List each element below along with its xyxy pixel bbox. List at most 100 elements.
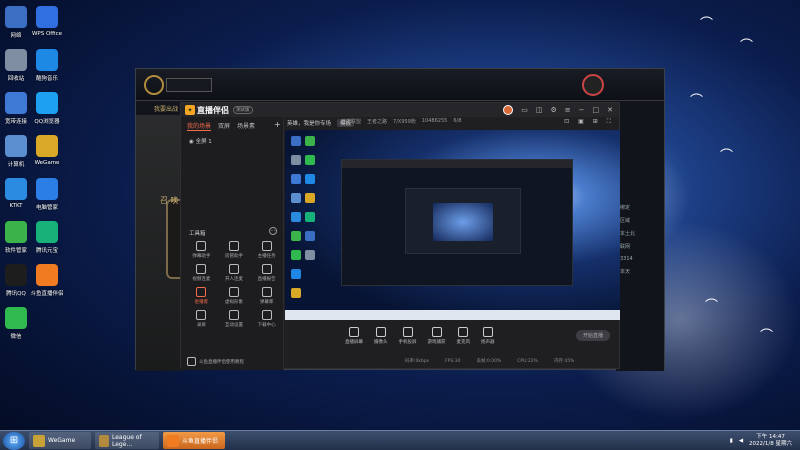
stream-info-item: 英雄联盟	[341, 118, 362, 125]
maximize-icon[interactable]: □	[593, 106, 600, 114]
league-avatar[interactable]	[582, 74, 604, 96]
eye-icon[interactable]: ◉	[189, 139, 194, 145]
toolbox-more-icon[interactable]: ⋯	[269, 227, 277, 235]
start-button[interactable]: ⊞	[3, 431, 25, 450]
league-side-item[interactable]: 区域	[616, 214, 664, 227]
tool-item[interactable]: 直播报告	[250, 264, 283, 282]
taskbar-item[interactable]: WeGame	[29, 432, 91, 449]
start-stream-button[interactable]: 开始直播	[576, 330, 610, 341]
tool-item[interactable]: 开人连麦	[218, 264, 251, 282]
taskbar-item[interactable]: League of Lege...	[95, 432, 159, 449]
status-item: 丢帧:0.00%	[476, 359, 502, 364]
streaming-app-window[interactable]: ✦ 直播伴侣 测试版 ▭ ◫ ⚙ ≡ − □ ✕ 我的场景 双屏 场景素 ◉ 全屏 …	[180, 102, 620, 370]
league-side-item[interactable]: 联网	[616, 240, 664, 253]
desktop-icon[interactable]: 微信	[0, 307, 38, 340]
network-tray-icon[interactable]: ▮	[730, 438, 733, 444]
desktop-icon[interactable]: 电脑管家	[25, 178, 69, 211]
control-screen[interactable]: 直播屏幕	[345, 327, 363, 345]
league-side-item[interactable]: 绑定	[616, 201, 664, 214]
league-summon-text: 召 唤	[160, 196, 179, 205]
user-avatar[interactable]	[503, 105, 514, 115]
tool-item[interactable]: 下载中心	[250, 310, 283, 328]
league-logo-icon[interactable]	[144, 75, 164, 95]
tool-item[interactable]: 弹幕助手	[185, 241, 218, 259]
taskbar-item[interactable]: 斗鱼直播伴侣	[163, 432, 225, 449]
preview-desktop-icon	[305, 136, 315, 146]
tool-icon	[261, 241, 272, 251]
desktop-icon[interactable]: WeGame	[25, 135, 69, 166]
preview-desktop-icon	[291, 212, 301, 222]
wegame-icon	[36, 135, 58, 157]
tool-item[interactable]: 星播客	[185, 287, 218, 305]
close-icon[interactable]: ✕	[607, 106, 613, 114]
tool-item[interactable]: 房管助手	[218, 241, 251, 259]
tool-icon	[228, 310, 239, 320]
add-scene-button[interactable]: +	[274, 120, 281, 129]
stream-title[interactable]: 英雄，我是你专场	[287, 119, 331, 127]
tool-label: 开人连麦	[224, 277, 243, 282]
tool-icon	[228, 287, 239, 297]
minimize-icon[interactable]: −	[579, 106, 585, 114]
volume-tray-icon[interactable]: ◀	[739, 438, 743, 444]
message-icon[interactable]: ▭	[521, 106, 528, 114]
menu-icon[interactable]: ≡	[565, 106, 571, 114]
control-mic[interactable]: 麦克风	[457, 327, 470, 345]
tool-item[interactable]: 互动设置	[218, 310, 251, 328]
bird-decoration: ⌒	[740, 39, 754, 54]
tab-1[interactable]: 双屏	[218, 121, 230, 131]
desktop-icon[interactable]: WPS Office	[25, 6, 69, 37]
bird-decoration: ⌒	[720, 149, 734, 164]
settings-icon[interactable]: ⚙	[550, 106, 556, 114]
tool-label: 房管助手	[224, 254, 243, 259]
notice-text[interactable]: 斗鱼直播伴侣使用教程	[199, 359, 244, 365]
tab-2[interactable]: 场景素	[237, 121, 255, 131]
desktop-icon-label: 微信	[10, 334, 22, 340]
league-nav-label[interactable]: 我要出战	[154, 106, 178, 113]
tool-item[interactable]: 弹幕库	[250, 287, 283, 305]
camera-icon	[375, 327, 386, 337]
software-manager-icon	[5, 221, 27, 243]
tool-item[interactable]: 虚拟形象	[218, 287, 251, 305]
control-label: 摄像头	[374, 340, 388, 345]
tool-label: 弹幕助手	[192, 254, 211, 259]
control-phone-cast[interactable]: 手机投屏	[399, 327, 417, 345]
tool-label: 直播报告	[257, 277, 276, 282]
control-label: 扬声器	[481, 340, 495, 345]
tool-icon	[261, 287, 272, 297]
tool-item[interactable]: 录屏	[185, 310, 218, 328]
tutorial-notice[interactable]: 斗鱼直播伴侣使用教程	[187, 357, 244, 366]
desktop-icon[interactable]: 酷狗音乐	[25, 49, 69, 82]
desktop-icon-label: 计算机	[7, 162, 25, 168]
stream-preview[interactable]	[285, 130, 620, 320]
control-speaker[interactable]: 扬声器	[481, 327, 495, 345]
tool-item[interactable]: 视频连麦	[185, 264, 218, 282]
control-camera[interactable]: 摄像头	[374, 327, 388, 345]
broadband-icon	[5, 92, 27, 114]
league-right-panel: 绑定 区域 本土北 联网 3314 本天	[616, 101, 664, 371]
desktop-icon[interactable]: 斗鱼直播伴侣	[25, 264, 69, 297]
preview-desktop-icon	[305, 231, 315, 241]
app-header: ✦ 直播伴侣 测试版 ▭ ◫ ⚙ ≡ − □ ✕	[181, 103, 619, 117]
bird-decoration: ⌒	[760, 329, 774, 344]
league-side-item[interactable]: 本土北	[616, 227, 664, 240]
desktop-icon[interactable]: QQ浏览器	[25, 92, 69, 125]
tool-label: 主播任务	[257, 254, 276, 259]
taskbar-item-label: 斗鱼直播伴侣	[182, 438, 219, 445]
league-side-item[interactable]: 3314	[616, 253, 664, 265]
scene-sidebar: 我的场景 双屏 场景素 ◉ 全屏 1 + 工具箱 ⋯ 弹幕助手 房管助手 主播任务 视频连…	[181, 117, 284, 370]
control-game-capture[interactable]: 游戏捕获	[428, 327, 446, 345]
league-play-area[interactable]	[166, 78, 212, 92]
ktkt-icon	[5, 178, 27, 200]
scene-item[interactable]: ◉ 全屏 1	[181, 135, 283, 147]
scene-name[interactable]: 全屏 1	[196, 139, 212, 145]
tool-item[interactable]: 主播任务	[250, 241, 283, 259]
gift-icon[interactable]: ◫	[536, 106, 543, 114]
preview-desktop-icon	[291, 231, 301, 241]
status-item: 内存:45%	[553, 359, 575, 364]
league-side-item[interactable]: 本天	[616, 265, 664, 278]
tab-0[interactable]: 我的场景	[187, 121, 212, 131]
stream-info-item: 6/8	[453, 118, 462, 124]
desktop-icon-label: 酷狗音乐	[35, 76, 58, 82]
desktop-icon[interactable]: 腾讯元宝	[25, 221, 69, 254]
clock[interactable]: 下午 14:47 2022/1/8 星期六	[749, 434, 792, 448]
